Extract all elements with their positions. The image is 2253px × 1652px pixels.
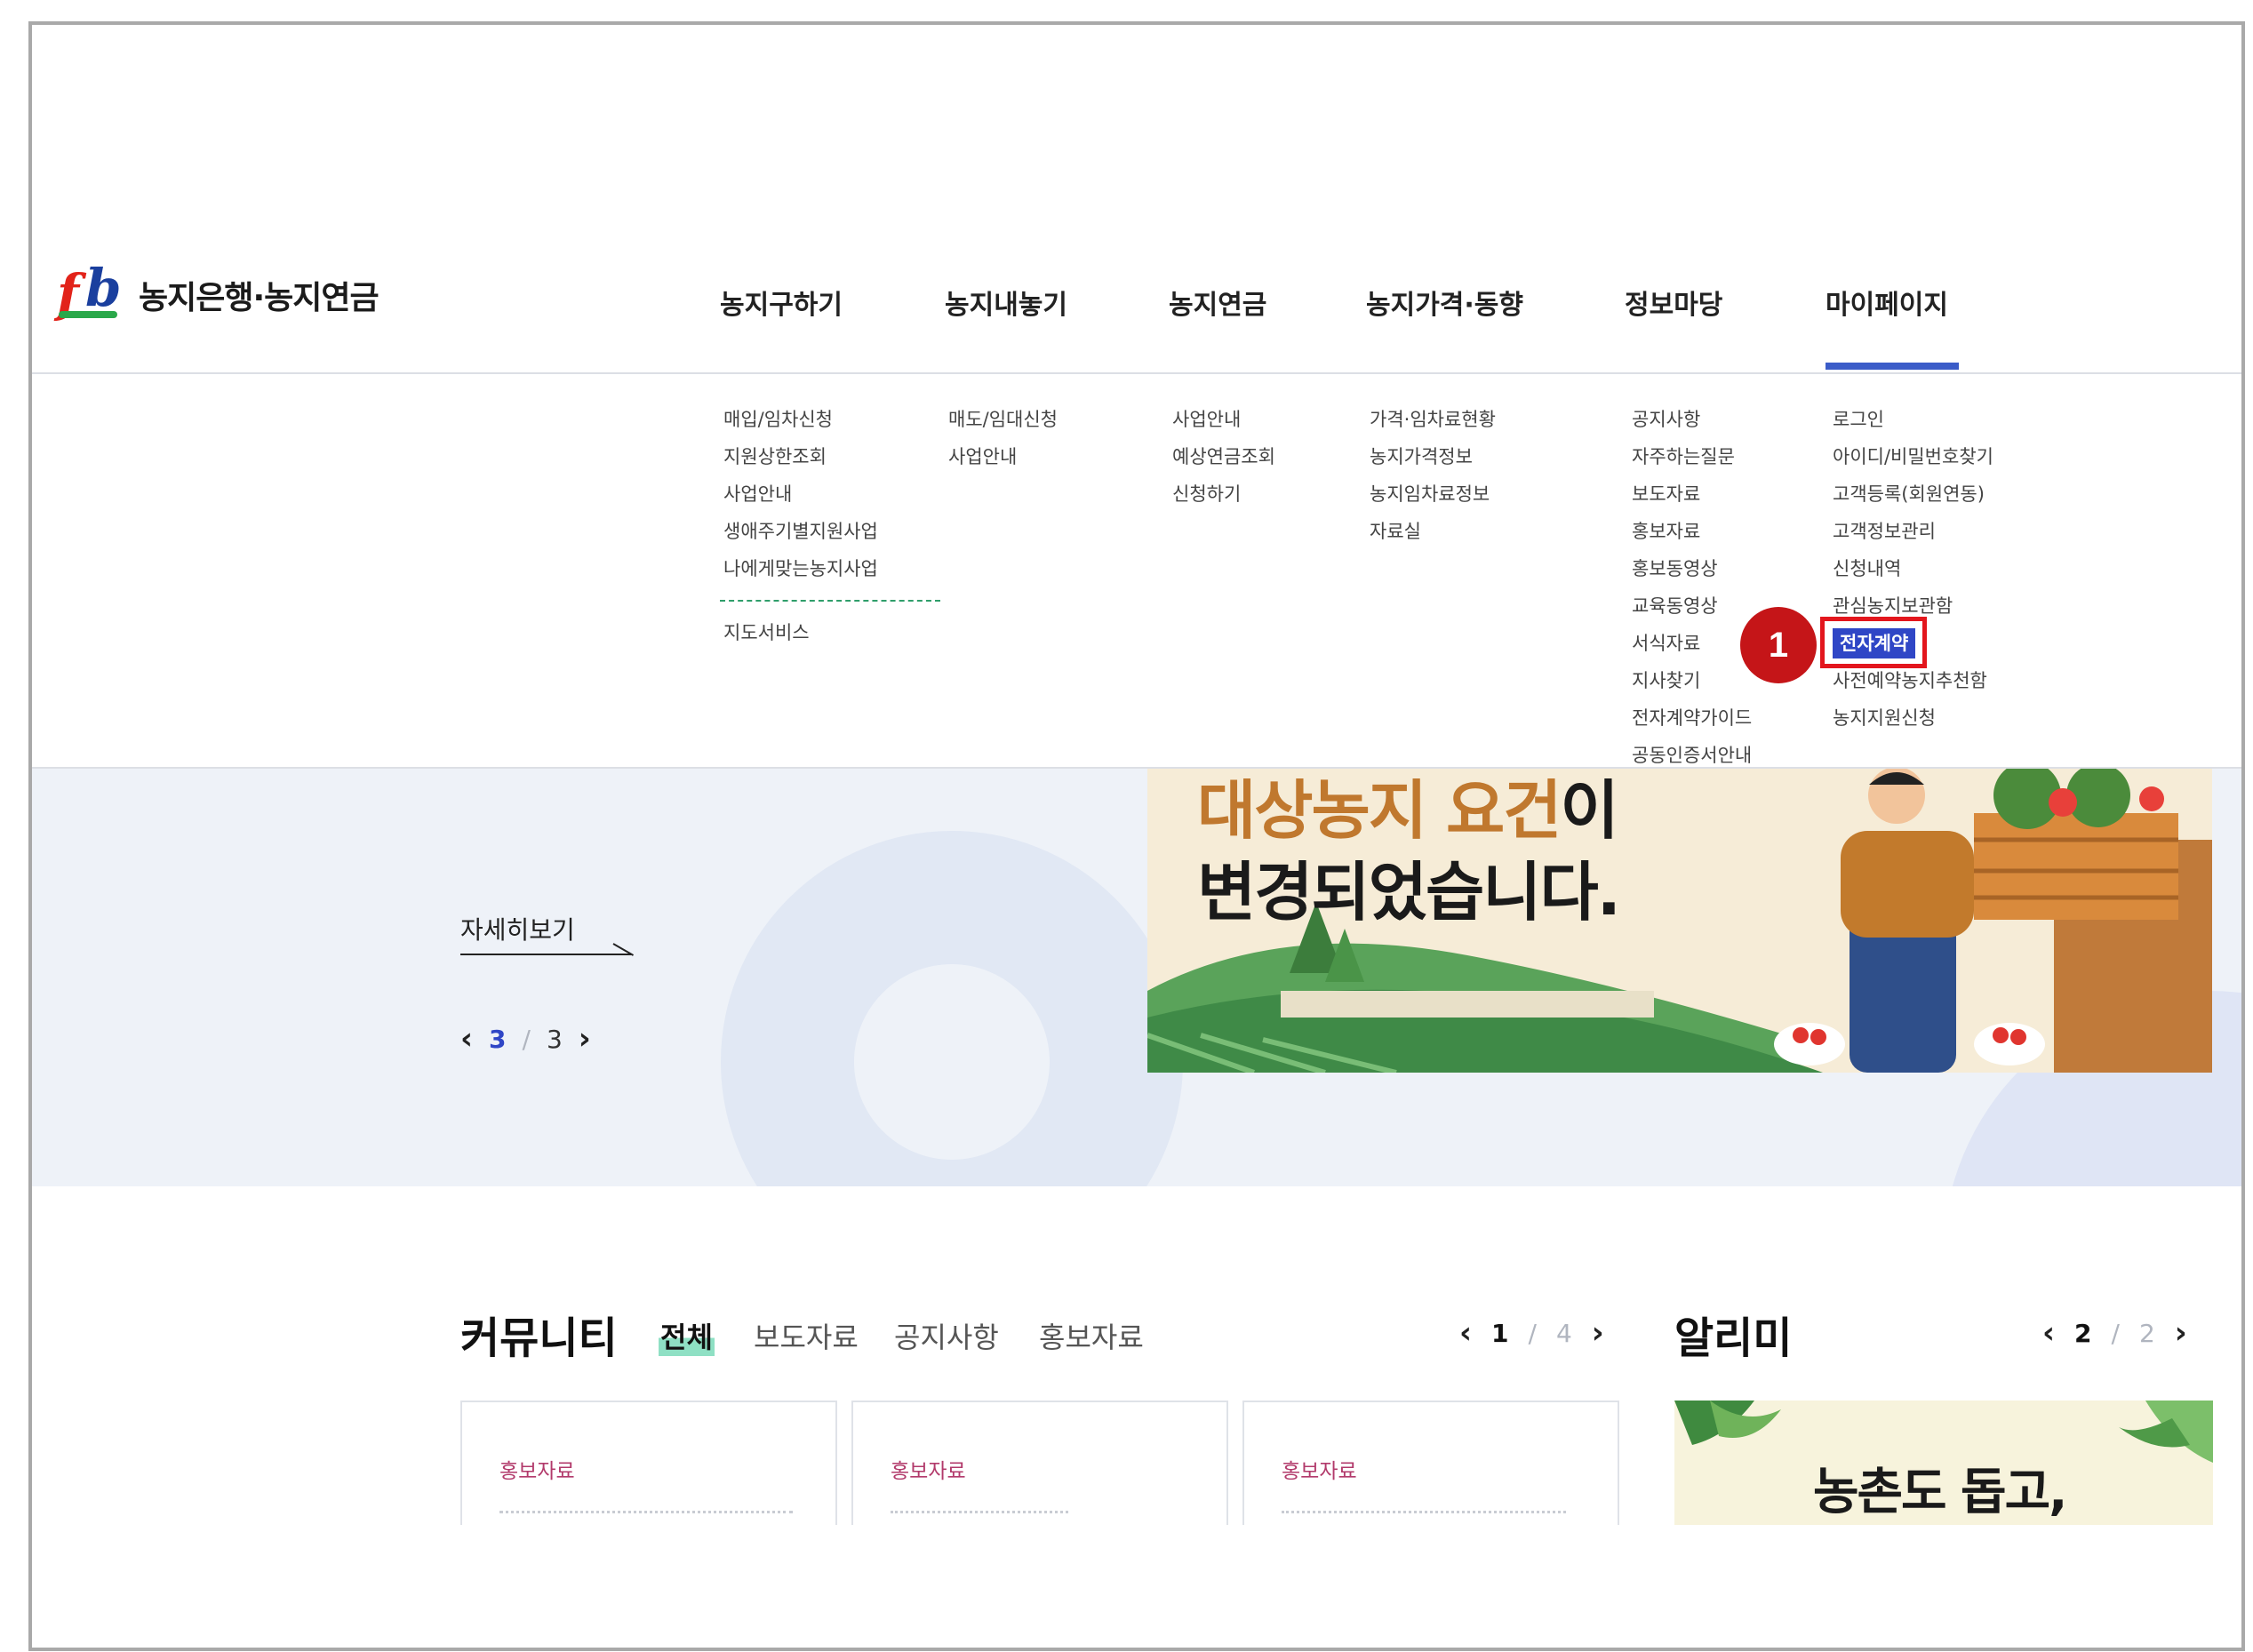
menu-col-farmland-search: 매입/임차신청 지원상한조회 사업안내 생애주기별지원사업 나에게맞는농지사업 … [720,401,940,651]
menu-col-info: 공지사항 자주하는질문 보도자료 홍보자료 홍보동영상 교육동영상 서식자료 지… [1632,401,1752,774]
card-category: 홍보자료 [891,1460,966,1483]
menu-item[interactable]: 가격·임차료현황 [1370,401,1496,438]
pager-separator: / [1528,1318,1537,1348]
chevron-right-icon[interactable]: › [2175,1315,2187,1351]
chevron-left-icon[interactable]: ‹ [460,1021,473,1057]
hero-banner[interactable]: 대상농지 요건이 변경되었습니다. [1147,769,2212,1073]
menu-col-mypage: 로그인 아이디/비밀번호찾기 고객등록(회원연동) 고객정보관리 신청내역 관심… [1833,401,1993,737]
chevron-left-icon[interactable]: ‹ [2042,1315,2055,1351]
banner-rest: 이 [1560,773,1619,848]
gnb-item-farmland-pension[interactable]: 농지연금 [1169,283,1266,322]
menu-item[interactable]: 공지사항 [1632,401,1752,438]
pager-total: 2 [2138,1318,2155,1348]
menu-item[interactable]: 자주하는질문 [1632,438,1752,475]
gnb-item-price-trend[interactable]: 농지가격·동향 [1366,283,1523,322]
chevron-left-icon[interactable]: ‹ [1459,1315,1472,1351]
menu-item[interactable]: 지사찾기 [1632,662,1752,699]
community-title: 커뮤니티 [460,1313,618,1363]
card-title-cutoff [499,1511,793,1516]
menu-item[interactable]: 농지임차료정보 [1370,475,1496,513]
menu-item-login[interactable]: 로그인 [1833,401,1993,438]
menu-item[interactable]: 매도/임대신청 [948,401,1058,438]
menu-item[interactable]: 매입/임차신청 [723,401,940,438]
pager-separator: / [522,1024,531,1054]
menu-item[interactable]: 교육동영상 [1632,587,1752,625]
menu-divider [720,600,940,602]
pager-total: 3 [546,1024,563,1054]
annotation-highlight-box [1820,617,1927,668]
pager-separator: / [2111,1318,2120,1348]
pager-current: 2 [2074,1318,2092,1348]
menu-item[interactable]: 아이디/비밀번호찾기 [1833,438,1993,475]
notice-banner-text: 농촌도 돕고, [1813,1464,2067,1521]
menu-item[interactable]: 공동인증서안내 [1632,737,1752,774]
card-category: 홍보자료 [499,1460,575,1483]
tab-press[interactable]: 보도자료 [754,1315,859,1356]
menu-col-pension: 사업안내 예상연금조회 신청하기 [1172,401,1275,513]
chevron-right-icon[interactable]: › [1592,1315,1604,1351]
tab-all[interactable]: 전체 [659,1315,715,1356]
community-pager: ‹ 1 / 4 › [1459,1315,1604,1351]
menu-item[interactable]: 사업안내 [948,438,1058,475]
gnb-item-mypage[interactable]: 마이페이지 [1826,283,1948,322]
menu-col-price-trend: 가격·임차료현황 농지가격정보 농지임차료정보 자료실 [1370,401,1496,550]
menu-item[interactable]: 홍보자료 [1632,513,1752,550]
notice-pager: ‹ 2 / 2 › [2042,1315,2187,1351]
community-card[interactable]: 홍보자료 [851,1401,1228,1525]
menu-item[interactable]: 사업안내 [723,475,940,513]
gnb-active-indicator [1826,363,1959,370]
menu-item-map-service[interactable]: 지도서비스 [723,614,940,651]
menu-item[interactable]: 신청내역 [1833,550,1993,587]
menu-item[interactable]: 고객등록(회원연동) [1833,475,1993,513]
site-header: fb 농지은행·농지연금 농지구하기 농지내놓기 농지연금 농지가격·동향 정보… [32,25,2241,374]
hero-pager: ‹ 3 / 3 › [460,1021,591,1057]
menu-item[interactable]: 전자계약가이드 [1632,699,1752,737]
chevron-right-icon[interactable]: › [579,1021,591,1057]
menu-item[interactable]: 신청하기 [1172,475,1275,513]
community-card[interactable]: 홍보자료 [460,1401,837,1525]
banner-headline-line2: 변경되었습니다. [1197,855,1621,930]
pager-total: 4 [1555,1318,1572,1348]
more-link-underline [460,954,631,955]
card-title-cutoff [1282,1511,1566,1516]
menu-col-farmland-offer: 매도/임대신청 사업안내 [948,401,1058,475]
menu-item[interactable]: 사업안내 [1172,401,1275,438]
banner-highlight: 대상농지 요건 [1197,773,1562,848]
menu-item[interactable]: 생애주기별지원사업 [723,513,940,550]
tab-notice[interactable]: 공지사항 [894,1315,999,1356]
community-card[interactable]: 홍보자료 [1242,1401,1619,1525]
browser-viewport: fb 농지은행·농지연금 농지구하기 농지내놓기 농지연금 농지가격·동향 정보… [28,21,2245,1651]
tab-promo[interactable]: 홍보자료 [1039,1315,1144,1356]
menu-item[interactable]: 서식자료 [1632,625,1752,662]
gnb-item-farmland-search[interactable]: 농지구하기 [720,283,843,322]
menu-item[interactable]: 홍보동영상 [1632,550,1752,587]
menu-item[interactable]: 자료실 [1370,513,1496,550]
pager-current: 3 [489,1024,507,1054]
step-number-badge: 1 [1740,607,1817,683]
hero-section: 자세히보기 ‹ 3 / 3 › 대상농지 요건이 변경되었습니다. [32,769,2241,1186]
menu-item[interactable]: 지원상한조회 [723,438,940,475]
decorative-ring [721,831,1183,1186]
notice-banner[interactable]: 농촌도 돕고, [1674,1401,2213,1525]
gnb-item-farmland-offer[interactable]: 농지내놓기 [945,283,1067,322]
global-nav: 농지구하기 농지내놓기 농지연금 농지가격·동향 정보마당 마이페이지 [32,25,2241,373]
page-bottom-area [32,1527,2241,1648]
menu-item[interactable]: 나에게맞는농지사업 [723,550,940,587]
menu-item[interactable]: 농지가격정보 [1370,438,1496,475]
menu-item[interactable]: 예상연금조회 [1172,438,1275,475]
gnb-item-info[interactable]: 정보마당 [1625,283,1722,322]
more-link[interactable]: 자세히보기 [460,911,575,946]
menu-item[interactable]: 농지지원신청 [1833,699,1993,737]
card-category: 홍보자료 [1282,1460,1357,1483]
card-title-cutoff [891,1511,1068,1516]
menu-item[interactable]: 보도자료 [1632,475,1752,513]
notice-title: 알리미 [1674,1313,1793,1363]
pager-current: 1 [1491,1318,1509,1348]
mega-menu-dropdown: 매입/임차신청 지원상한조회 사업안내 생애주기별지원사업 나에게맞는농지사업 … [32,374,2241,769]
menu-item[interactable]: 고객정보관리 [1833,513,1993,550]
